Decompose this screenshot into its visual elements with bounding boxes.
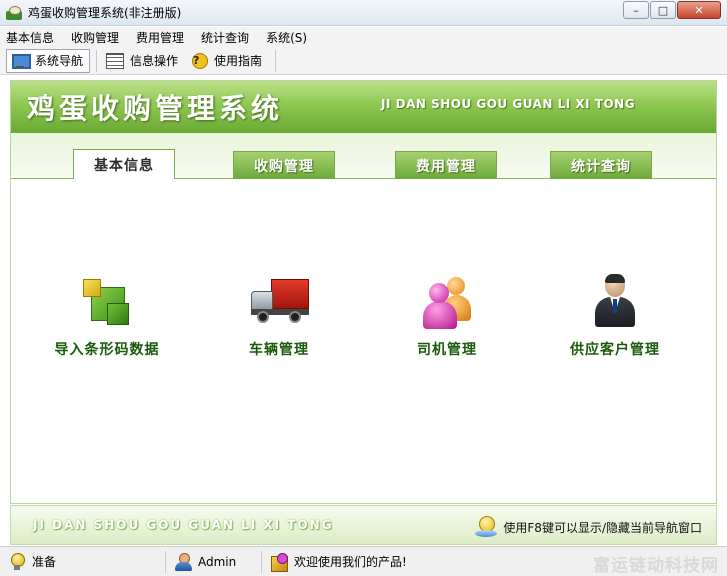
monitor-icon	[11, 53, 31, 69]
window-controls: – □ ✕	[622, 1, 721, 19]
menu-basic-info[interactable]: 基本信息	[6, 29, 54, 46]
toolbar: 系统导航 信息操作 ? 使用指南	[0, 47, 727, 75]
user-icon	[174, 552, 192, 571]
menu-bar: 基本信息 收购管理 费用管理 统计查询 系统(S)	[0, 27, 727, 47]
main-panel: 鸡蛋收购管理系统 JI DAN SHOU GOU GUAN LI XI TONG…	[10, 80, 717, 504]
status-ready-text: 准备	[32, 555, 57, 569]
truck-icon	[249, 273, 309, 329]
status-user-text: Admin	[198, 554, 237, 569]
bulb-icon	[8, 552, 26, 571]
user-guide-button[interactable]: ? 使用指南	[187, 49, 269, 73]
menu-system[interactable]: 系统(S)	[266, 29, 307, 46]
minimize-button[interactable]: –	[623, 1, 649, 19]
feature-label: 供应客户管理	[570, 342, 660, 358]
watermark: 富运链动科技网	[593, 556, 719, 576]
cubes-icon	[77, 273, 137, 329]
app-egg-icon	[6, 5, 22, 20]
info-ops-button[interactable]: 信息操作	[101, 49, 185, 73]
hint-text: 使用F8键可以显示/隐藏当前导航窗口	[503, 520, 702, 535]
tab-expense[interactable]: 费用管理	[395, 151, 497, 179]
feature-vehicle-management[interactable]: 车辆管理	[209, 273, 349, 359]
grid-icon	[106, 52, 125, 69]
banner-title: 鸡蛋收购管理系统	[27, 92, 284, 125]
system-nav-label: 系统导航	[35, 54, 84, 68]
toolbar-separator	[275, 49, 277, 72]
menu-expense[interactable]: 费用管理	[136, 29, 184, 46]
nav-toggle-hint: 使用F8键可以显示/隐藏当前导航窗口	[475, 516, 702, 538]
tab-purchase[interactable]: 收购管理	[233, 151, 335, 179]
tab-content: 导入条形码数据 车辆管理 司机管理 供应客户管理	[11, 179, 716, 503]
feature-label: 司机管理	[417, 342, 477, 358]
status-welcome-text: 欢迎使用我们的产品!	[294, 555, 407, 569]
system-nav-button[interactable]: 系统导航	[6, 48, 91, 73]
help-icon: ?	[192, 52, 209, 69]
status-bar: 准备 Admin 欢迎使用我们的产品! 富运链动科技网	[0, 546, 727, 576]
status-user: Admin	[166, 550, 262, 573]
maximize-button[interactable]: □	[650, 1, 676, 19]
feature-import-barcode[interactable]: 导入条形码数据	[37, 273, 177, 359]
user-guide-label: 使用指南	[214, 54, 263, 68]
title-bar: 鸡蛋收购管理系统(非注册版) – □ ✕	[0, 0, 727, 26]
feature-label: 导入条形码数据	[54, 342, 160, 358]
bulb-icon	[475, 516, 498, 538]
product-box-icon	[270, 552, 288, 572]
info-ops-label: 信息操作	[130, 54, 179, 68]
close-button[interactable]: ✕	[677, 1, 721, 19]
feature-supplier-management[interactable]: 供应客户管理	[545, 273, 685, 359]
toolbar-separator	[96, 49, 98, 72]
people-icon	[417, 273, 477, 329]
tab-basic-info[interactable]: 基本信息	[73, 149, 175, 180]
banner-subtitle: JI DAN SHOU GOU GUAN LI XI TONG	[381, 97, 636, 111]
bottom-brand: JI DAN SHOU GOU GUAN LI XI TONG	[33, 518, 334, 532]
feature-label: 车辆管理	[249, 342, 309, 358]
status-ready: 准备	[0, 550, 166, 573]
header-banner: 鸡蛋收购管理系统 JI DAN SHOU GOU GUAN LI XI TONG	[11, 81, 716, 133]
businessman-icon	[585, 273, 645, 329]
menu-statistics[interactable]: 统计查询	[201, 29, 249, 46]
bottom-strip: JI DAN SHOU GOU GUAN LI XI TONG 使用F8键可以显…	[10, 505, 717, 545]
status-welcome: 欢迎使用我们的产品!	[262, 551, 452, 573]
window-title: 鸡蛋收购管理系统(非注册版)	[28, 6, 182, 20]
tab-statistics[interactable]: 统计查询	[550, 151, 652, 179]
menu-purchase[interactable]: 收购管理	[71, 29, 119, 46]
tab-strip: 基本信息 收购管理 费用管理 统计查询	[11, 133, 716, 180]
feature-driver-management[interactable]: 司机管理	[377, 273, 517, 359]
